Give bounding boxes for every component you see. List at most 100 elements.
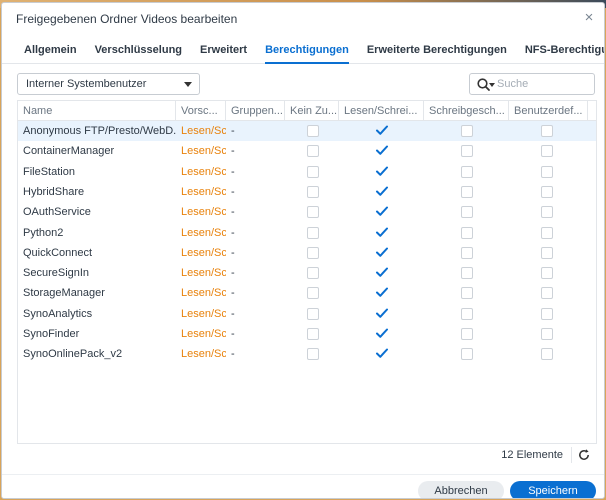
row-preview: Lesen/Sc [181, 125, 226, 137]
read-only-checkbox[interactable] [461, 125, 473, 137]
tab-advanced-permissions[interactable]: Erweiterte Berechtigungen [367, 38, 507, 64]
row-name: StorageManager [23, 287, 105, 300]
row-group-permission: - [231, 267, 235, 280]
check-icon [376, 145, 388, 156]
no-access-checkbox[interactable] [307, 145, 319, 158]
column-header-read-only[interactable]: Schreibgesch... [424, 101, 509, 121]
read-write-checkbox[interactable] [376, 166, 388, 178]
row-group-permission: - [231, 165, 235, 178]
check-icon [376, 125, 388, 135]
table-row[interactable]: SynoOnlinePack_v2 Lesen/Sc - [18, 344, 596, 364]
custom-checkbox[interactable] [541, 307, 553, 320]
tab-encryption[interactable]: Verschlüsselung [95, 38, 182, 64]
table-row[interactable]: StorageManager Lesen/Sc - [18, 283, 596, 303]
tab-advanced[interactable]: Erweitert [200, 38, 247, 64]
no-access-checkbox[interactable] [307, 125, 319, 137]
table-row[interactable]: Python2 Lesen/Sc - [18, 223, 596, 243]
cancel-button[interactable]: Abbrechen [418, 481, 504, 498]
read-only-checkbox[interactable] [461, 348, 473, 361]
read-write-checkbox[interactable] [376, 247, 388, 259]
read-write-checkbox[interactable] [376, 227, 388, 239]
column-header-no-access[interactable]: Kein Zu... [285, 101, 339, 121]
no-access-checkbox[interactable] [307, 226, 319, 239]
custom-checkbox[interactable] [541, 165, 553, 178]
read-write-checkbox[interactable] [376, 328, 388, 340]
column-header-group[interactable]: Gruppen... [226, 101, 285, 121]
read-write-checkbox[interactable] [376, 125, 388, 137]
refresh-icon[interactable] [577, 448, 591, 462]
no-access-checkbox[interactable] [307, 348, 319, 361]
custom-checkbox[interactable] [541, 226, 553, 239]
column-header-read-write[interactable]: Lesen/Schrei... [339, 101, 424, 121]
search-box[interactable] [469, 73, 595, 95]
read-write-checkbox[interactable] [376, 186, 388, 198]
save-button[interactable]: Speichern [510, 481, 596, 498]
read-write-checkbox[interactable] [376, 308, 388, 320]
no-access-checkbox[interactable] [307, 165, 319, 178]
row-preview: Lesen/Sc [181, 246, 226, 259]
row-name: SecureSignIn [23, 267, 90, 280]
read-write-checkbox[interactable] [376, 287, 388, 299]
read-write-checkbox[interactable] [376, 348, 388, 360]
custom-checkbox[interactable] [541, 145, 553, 158]
custom-checkbox[interactable] [541, 348, 553, 361]
read-only-checkbox[interactable] [461, 328, 473, 340]
read-only-checkbox[interactable] [461, 226, 473, 239]
table-row[interactable]: HybridShare Lesen/Sc - [18, 182, 596, 202]
table-row[interactable]: OAuthService Lesen/Sc - [18, 202, 596, 222]
tab-bar: Allgemein Verschlüsselung Erweitert Bere… [2, 38, 604, 64]
no-access-checkbox[interactable] [307, 246, 319, 259]
no-access-checkbox[interactable] [307, 185, 319, 198]
read-write-checkbox[interactable] [376, 145, 388, 157]
check-icon [376, 348, 388, 359]
no-access-checkbox[interactable] [307, 206, 319, 219]
search-options-caret-icon[interactable] [489, 83, 495, 87]
row-preview: Lesen/Sc [181, 165, 226, 178]
read-only-checkbox[interactable] [461, 206, 473, 219]
column-header-name[interactable]: Name [18, 101, 176, 121]
no-access-checkbox[interactable] [307, 287, 319, 300]
tab-general[interactable]: Allgemein [24, 38, 77, 64]
user-type-select[interactable]: Interner Systembenutzer [17, 73, 200, 95]
search-input[interactable] [497, 76, 589, 92]
read-only-checkbox[interactable] [461, 246, 473, 259]
tab-permissions[interactable]: Berechtigungen [265, 38, 349, 64]
table-row[interactable]: SecureSignIn Lesen/Sc - [18, 263, 596, 283]
custom-checkbox[interactable] [541, 185, 553, 198]
custom-checkbox[interactable] [541, 287, 553, 300]
check-icon [376, 287, 388, 298]
read-only-checkbox[interactable] [461, 267, 473, 280]
no-access-checkbox[interactable] [307, 307, 319, 320]
table-row[interactable]: ContainerManager Lesen/Sc - [18, 141, 596, 161]
table-footer: 12 Elemente [17, 444, 597, 466]
table-row[interactable]: QuickConnect Lesen/Sc - [18, 243, 596, 263]
read-write-checkbox[interactable] [376, 267, 388, 279]
custom-checkbox[interactable] [541, 267, 553, 280]
read-only-checkbox[interactable] [461, 307, 473, 320]
custom-checkbox[interactable] [541, 246, 553, 259]
table-row[interactable]: FileStation Lesen/Sc - [18, 162, 596, 182]
tab-nfs-permissions[interactable]: NFS-Berechtigungen [525, 38, 604, 64]
no-access-checkbox[interactable] [307, 328, 319, 340]
column-header-preview[interactable]: Vorsc... [176, 101, 226, 121]
check-icon [376, 247, 388, 257]
custom-checkbox[interactable] [541, 328, 553, 340]
column-header-custom[interactable]: Benutzerdef... [509, 101, 588, 121]
row-preview: Lesen/Sc [181, 226, 226, 239]
no-access-checkbox[interactable] [307, 267, 319, 280]
read-only-checkbox[interactable] [461, 145, 473, 158]
table-row[interactable]: SynoAnalytics Lesen/Sc - [18, 304, 596, 324]
custom-checkbox[interactable] [541, 125, 553, 137]
read-write-checkbox[interactable] [376, 206, 388, 218]
read-only-checkbox[interactable] [461, 185, 473, 198]
table-row[interactable]: SynoFinder Lesen/Sc - [18, 324, 596, 344]
row-group-permission: - [231, 328, 235, 340]
row-group-permission: - [231, 307, 235, 320]
table-row[interactable]: Anonymous FTP/Presto/WebD... Lesen/Sc - [18, 121, 596, 141]
custom-checkbox[interactable] [541, 206, 553, 219]
read-only-checkbox[interactable] [461, 287, 473, 300]
close-icon[interactable]: × [580, 9, 598, 27]
row-name: FileStation [23, 165, 75, 178]
check-icon [376, 328, 388, 338]
read-only-checkbox[interactable] [461, 165, 473, 178]
